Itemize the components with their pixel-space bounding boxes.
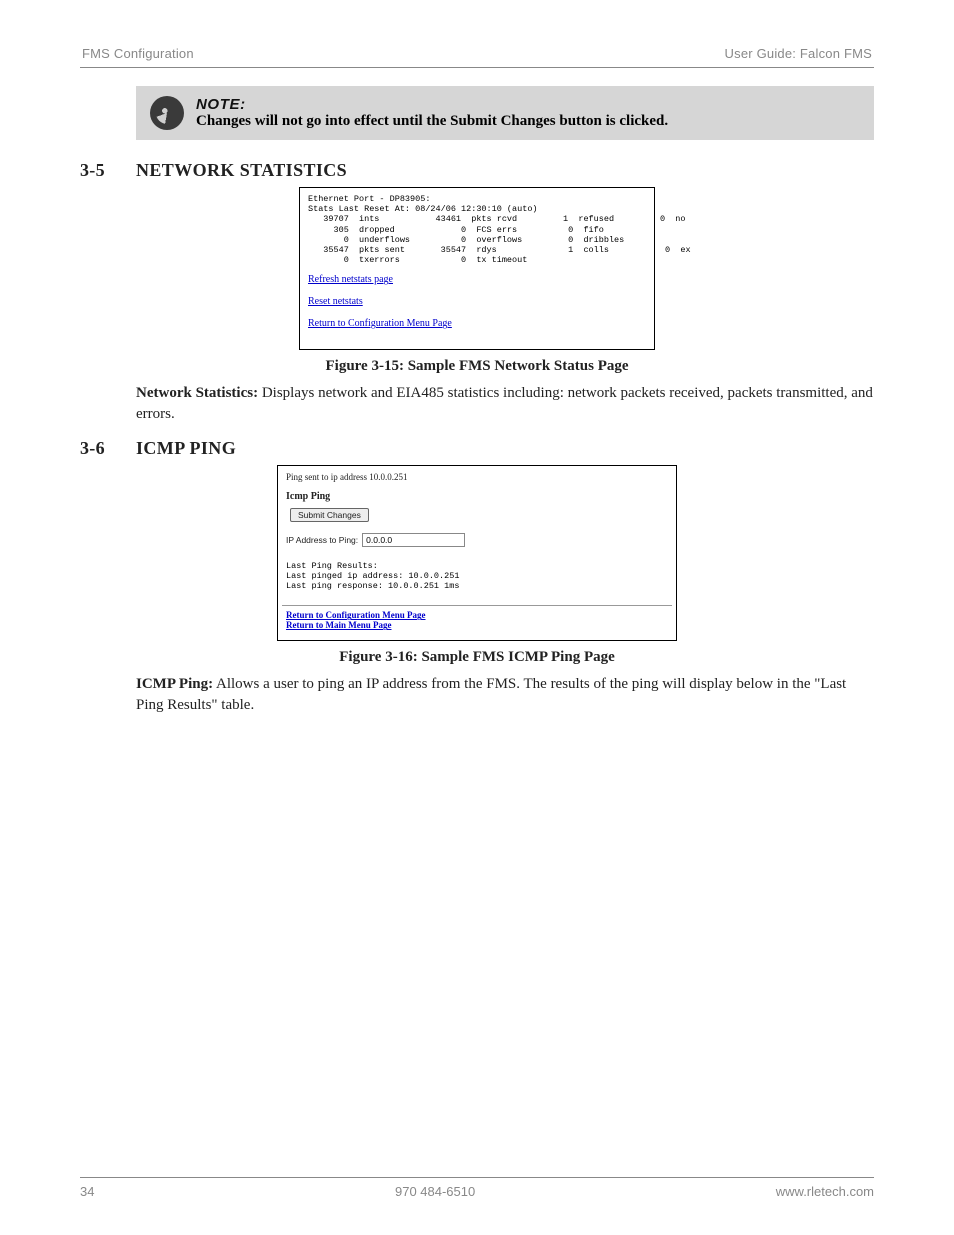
refresh-netstats-link[interactable]: Refresh netstats page [308, 274, 393, 285]
section-title: NETWORK STATISTICS [136, 160, 347, 181]
netstats-header1: Ethernet Port - DP83905: [308, 194, 646, 204]
netstats-screenshot: Ethernet Port - DP83905: Stats Last Rese… [299, 187, 655, 350]
ping-para-rest: Allows a user to ping an IP address from… [136, 676, 846, 712]
note-icon [150, 96, 184, 130]
reset-netstats-link[interactable]: Reset netstats [308, 296, 363, 307]
netstats-row: 39707 ints 43461 pkts rcvd 1 refused 0 n… [308, 214, 646, 224]
submit-row: Submit Changes [290, 506, 668, 523]
ip-address-row: IP Address to Ping: [286, 533, 668, 547]
note-text: NOTE: Changes will not go into effect un… [196, 96, 668, 130]
note-label: NOTE: [196, 96, 668, 113]
ping-sent-msg: Ping sent to ip address 10.0.0.251 [286, 472, 668, 482]
ping-screenshot: Ping sent to ip address 10.0.0.251 Icmp … [277, 465, 677, 642]
note-body: Changes will not go into effect until th… [196, 113, 668, 130]
footer-page-number: 34 [80, 1184, 94, 1199]
header-right: User Guide: Falcon FMS [725, 46, 872, 61]
ping-results-line: Last pinged ip address: 10.0.0.251 [286, 571, 668, 581]
header-left: FMS Configuration [82, 46, 194, 61]
separator-line [282, 605, 672, 606]
ping-heading: Icmp Ping [286, 491, 668, 502]
document-page: FMS Configuration User Guide: Falcon FMS… [0, 0, 954, 1235]
section-3-5: 3-5 NETWORK STATISTICS [80, 160, 874, 181]
figure-3-16-caption: Figure 3-16: Sample FMS ICMP Ping Page [80, 649, 874, 666]
footer-row: 34 970 484-6510 www.rletech.com [80, 1184, 874, 1199]
netstats-row: 0 txerrors 0 tx timeout [308, 255, 646, 265]
ip-address-input[interactable] [362, 533, 465, 547]
footer-url: www.rletech.com [776, 1184, 874, 1199]
return-config-link[interactable]: Return to Configuration Menu Page [286, 610, 668, 620]
return-config-link[interactable]: Return to Configuration Menu Page [308, 318, 452, 329]
netstats-row: 0 underflows 0 overflows 0 dribbles [308, 235, 646, 245]
ip-address-label: IP Address to Ping: [286, 535, 358, 545]
page-header: FMS Configuration User Guide: Falcon FMS [80, 46, 874, 67]
ping-para-bold: ICMP Ping: [136, 676, 213, 692]
netstats-para-bold: Network Statistics: [136, 385, 258, 401]
netstats-paragraph: Network Statistics: Displays network and… [136, 383, 874, 424]
note-box: NOTE: Changes will not go into effect un… [136, 86, 874, 140]
ping-paragraph: ICMP Ping: Allows a user to ping an IP a… [136, 674, 874, 715]
netstats-header2: Stats Last Reset At: 08/24/06 12:30:10 (… [308, 204, 646, 214]
figure-3-15-caption: Figure 3-15: Sample FMS Network Status P… [80, 358, 874, 375]
figure-3-16: Ping sent to ip address 10.0.0.251 Icmp … [80, 465, 874, 642]
ping-results-line: Last ping response: 10.0.0.251 1ms [286, 581, 668, 591]
section-number: 3-6 [80, 438, 136, 459]
footer-phone: 970 484-6510 [395, 1184, 475, 1199]
figure-3-15: Ethernet Port - DP83905: Stats Last Rese… [80, 187, 874, 350]
header-rule [80, 67, 874, 68]
section-3-6: 3-6 ICMP PING [80, 438, 874, 459]
section-title: ICMP PING [136, 438, 236, 459]
netstats-row: 305 dropped 0 FCS errs 0 fifo [308, 225, 646, 235]
ping-results-line: Last Ping Results: [286, 561, 668, 571]
footer-rule [80, 1177, 874, 1178]
submit-changes-button[interactable]: Submit Changes [290, 508, 369, 522]
return-main-link[interactable]: Return to Main Menu Page [286, 620, 668, 630]
section-number: 3-5 [80, 160, 136, 181]
page-footer: 34 970 484-6510 www.rletech.com [80, 1177, 874, 1199]
netstats-row: 35547 pkts sent 35547 rdys 1 colls 0 ex [308, 245, 646, 255]
